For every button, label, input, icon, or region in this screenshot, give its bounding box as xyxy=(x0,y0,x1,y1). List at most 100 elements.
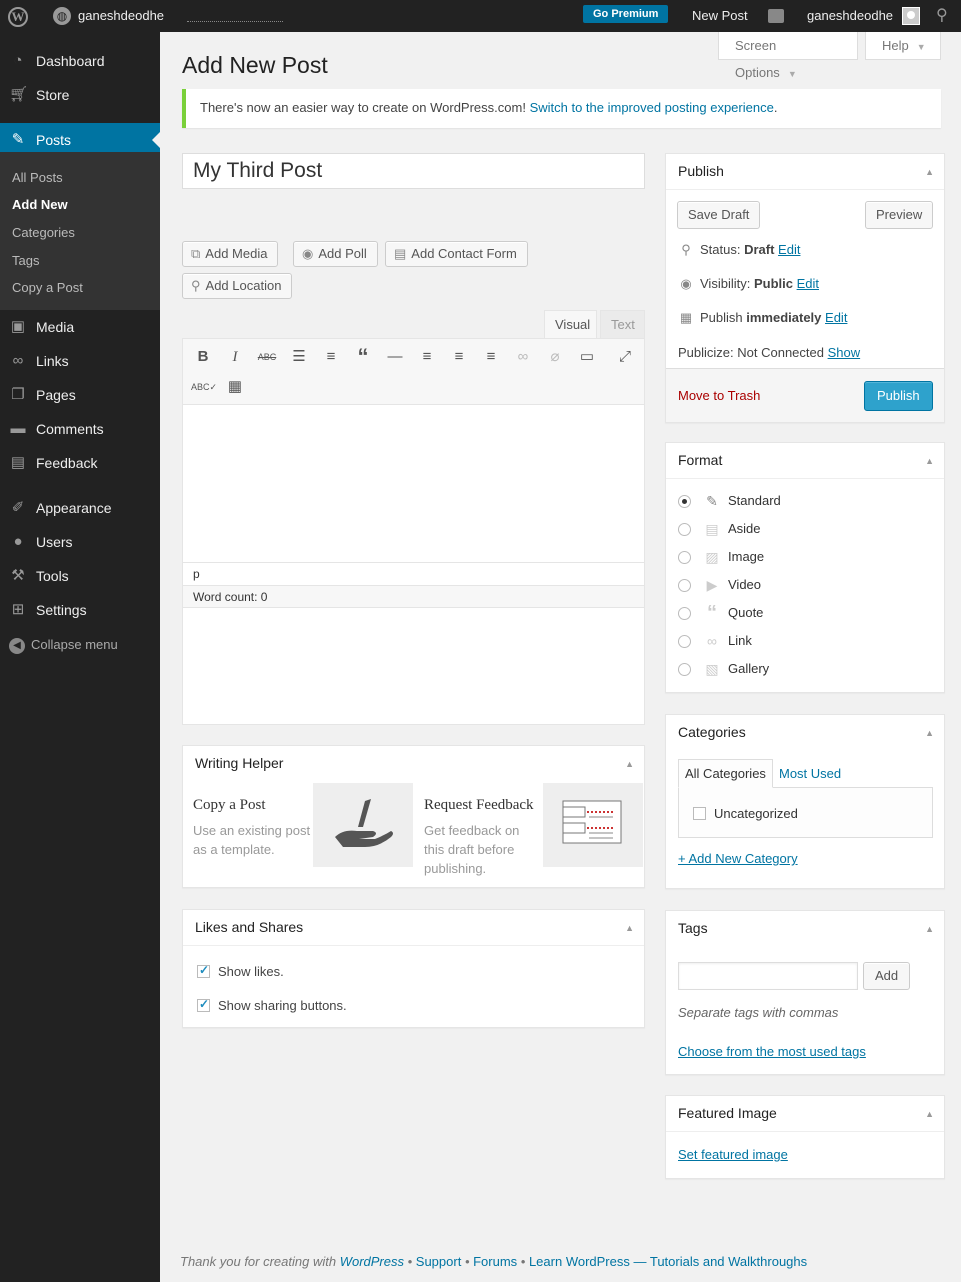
add-location-button[interactable]: ⚲ Add Location xyxy=(182,273,293,299)
edit-status-link[interactable]: Edit xyxy=(778,242,800,257)
tag-input[interactable] xyxy=(678,962,858,990)
publish-button[interactable]: Publish xyxy=(864,381,933,411)
toggle-arrow-icon[interactable]: ▲ xyxy=(925,154,934,190)
unlink-icon[interactable]: ⌀ xyxy=(543,345,567,369)
format-aside-radio[interactable] xyxy=(678,523,691,536)
menu-item-users[interactable]: ● Users xyxy=(0,525,160,559)
link-icon[interactable]: ∞ xyxy=(511,345,535,369)
writing-helper-title[interactable]: Writing Helper ▲ xyxy=(183,746,644,782)
notifications-icon[interactable] xyxy=(768,9,784,23)
show-likes-checkbox[interactable] xyxy=(197,963,210,978)
spellcheck-icon[interactable]: ABC✓ xyxy=(191,375,217,399)
menu-item-media[interactable]: ▣ Media xyxy=(0,310,160,344)
submenu-copy-a-post[interactable]: Copy a Post xyxy=(12,280,83,295)
bold-icon[interactable]: B xyxy=(191,345,215,369)
menu-item-appearance[interactable]: ✐ Appearance xyxy=(0,491,160,525)
save-draft-button[interactable]: Save Draft xyxy=(677,201,761,229)
format-image-radio[interactable] xyxy=(678,551,691,564)
blockquote-icon[interactable]: “ xyxy=(351,345,375,369)
tab-all-categories[interactable]: All Categories xyxy=(678,759,773,788)
menu-item-settings[interactable]: ⊞ Settings xyxy=(0,593,160,627)
toggle-arrow-icon[interactable]: ▲ xyxy=(925,715,934,751)
footer-forums-link[interactable]: Forums xyxy=(473,1254,517,1269)
menu-item-links[interactable]: ∞ Links xyxy=(0,344,160,378)
menu-item-store[interactable]: 🛒︎ Store xyxy=(0,78,160,112)
wordpress-logo-icon[interactable]: W xyxy=(8,7,28,27)
search-icon[interactable]: ⚲ xyxy=(936,0,948,32)
format-quote-radio[interactable] xyxy=(678,607,691,620)
globe-icon[interactable]: ◍ xyxy=(53,7,71,25)
add-poll-button[interactable]: ◉ Add Poll xyxy=(293,241,378,267)
submenu-categories[interactable]: Categories xyxy=(12,225,75,240)
fullscreen-icon[interactable]: ⤢ xyxy=(613,345,637,369)
format-standard-radio[interactable] xyxy=(678,495,691,508)
footer-sep: • xyxy=(517,1254,529,1269)
tab-visual[interactable]: Visual xyxy=(544,310,597,338)
categories-title[interactable]: Categories ▲ xyxy=(666,715,944,751)
add-tag-button[interactable]: Add xyxy=(863,962,911,990)
set-featured-image-link[interactable]: Set featured image xyxy=(678,1147,788,1162)
footer-support-link[interactable]: Support xyxy=(416,1254,462,1269)
menu-item-dashboard[interactable]: ◔ Dashboard xyxy=(0,44,160,78)
toggle-arrow-icon[interactable]: ▲ xyxy=(625,910,634,946)
menu-item-feedback[interactable]: ▤ Feedback xyxy=(0,446,160,480)
edit-schedule-link[interactable]: Edit xyxy=(825,310,847,325)
post-title-input[interactable]: My Third Post xyxy=(182,153,645,189)
site-name-link[interactable]: ganeshdeodhe xyxy=(78,0,164,32)
format-video-radio[interactable] xyxy=(678,579,691,592)
featured-image-title[interactable]: Featured Image ▲ xyxy=(666,1096,944,1132)
tab-most-used[interactable]: Most Used xyxy=(779,766,841,781)
format-gallery-radio[interactable] xyxy=(678,663,691,676)
align-center-icon[interactable]: ≡ xyxy=(447,345,471,369)
avatar[interactable] xyxy=(902,7,920,25)
likes-shares-title[interactable]: Likes and Shares ▲ xyxy=(183,910,644,946)
choose-most-used-tags-link[interactable]: Choose from the most used tags xyxy=(678,1044,866,1059)
add-contact-form-button[interactable]: ▤ Add Contact Form xyxy=(385,241,528,267)
edit-visibility-link[interactable]: Edit xyxy=(797,276,819,291)
preview-button[interactable]: Preview xyxy=(865,201,934,229)
format-link-radio[interactable] xyxy=(678,635,691,648)
toggle-arrow-icon[interactable]: ▲ xyxy=(925,443,934,479)
show-sharing-checkbox[interactable] xyxy=(197,997,210,1012)
bullet-list-icon[interactable]: ☰ xyxy=(287,345,311,369)
publish-title[interactable]: Publish ▲ xyxy=(666,154,944,190)
add-new-category-link[interactable]: + Add New Category xyxy=(678,851,798,866)
username-link[interactable]: ganeshdeodhe xyxy=(807,0,893,32)
keyboard-icon[interactable]: ▦ xyxy=(223,375,247,399)
hand-pen-icon[interactable] xyxy=(313,783,413,867)
numbered-list-icon[interactable]: ≡ xyxy=(319,345,343,369)
menu-item-comments[interactable]: ▬ Comments xyxy=(0,412,160,446)
go-premium-button[interactable]: Go Premium xyxy=(583,5,669,23)
add-media-button[interactable]: ⧉ Add Media xyxy=(182,241,279,267)
strikethrough-icon[interactable]: ABC xyxy=(255,345,279,369)
feedback-document-icon[interactable] xyxy=(543,783,643,867)
menu-item-tools[interactable]: ⚒ Tools xyxy=(0,559,160,593)
tab-text[interactable]: Text xyxy=(600,310,645,338)
request-feedback-title[interactable]: Request Feedback xyxy=(424,797,534,814)
format-title[interactable]: Format ▲ xyxy=(666,443,944,479)
align-left-icon[interactable]: ≡ xyxy=(415,345,439,369)
horizontal-line-icon[interactable]: — xyxy=(383,345,407,369)
toggle-arrow-icon[interactable]: ▲ xyxy=(625,746,634,782)
menu-item-pages[interactable]: ❐ Pages xyxy=(0,378,160,412)
submenu-add-new[interactable]: Add New xyxy=(12,197,68,212)
improved-posting-link[interactable]: Switch to the improved posting experienc… xyxy=(530,100,774,115)
submenu-all-posts[interactable]: All Posts xyxy=(12,170,63,185)
uncategorized-checkbox[interactable] xyxy=(693,807,706,820)
toggle-arrow-icon[interactable]: ▲ xyxy=(925,1096,934,1132)
submenu-tags[interactable]: Tags xyxy=(12,253,39,268)
copy-a-post-title[interactable]: Copy a Post xyxy=(193,797,266,814)
collapse-menu-button[interactable]: ◀ Collapse menu xyxy=(9,637,118,654)
publicize-show-link[interactable]: Show xyxy=(828,345,861,360)
help-button[interactable]: Help ▼ xyxy=(865,32,941,60)
italic-icon[interactable]: I xyxy=(223,345,247,369)
screen-options-button[interactable]: Screen Options ▼ xyxy=(718,32,858,80)
new-post-link[interactable]: New Post xyxy=(692,0,748,32)
align-right-icon[interactable]: ≡ xyxy=(479,345,503,369)
tags-title[interactable]: Tags ▲ xyxy=(666,911,944,947)
footer-wordpress-link[interactable]: WordPress xyxy=(340,1254,404,1269)
move-to-trash-link[interactable]: Move to Trash xyxy=(678,388,760,403)
footer-learn-link[interactable]: Learn WordPress — Tutorials and Walkthro… xyxy=(529,1254,807,1269)
read-more-icon[interactable]: ▭ xyxy=(575,345,599,369)
toggle-arrow-icon[interactable]: ▲ xyxy=(925,911,934,947)
